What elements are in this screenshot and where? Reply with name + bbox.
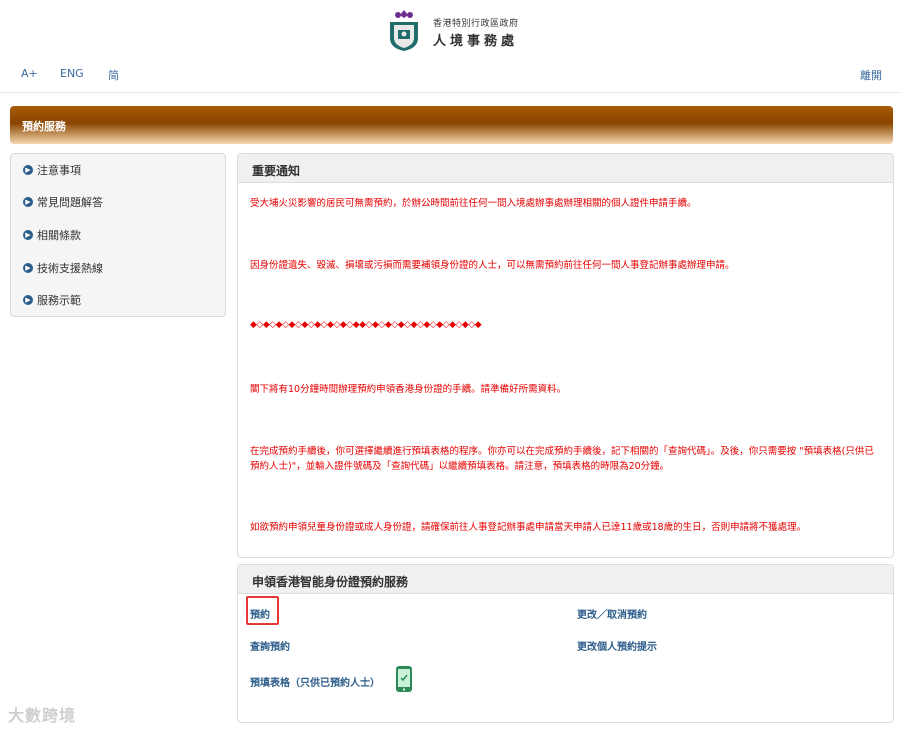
important-notice-panel: 重要通知 受大埔火災影響的居民可無需預約，於辦公時間前往任何一間入境處辦事處辦理…	[237, 153, 894, 558]
page-title: 預約服務	[22, 120, 66, 133]
sidebar-item-label: 注意事項	[37, 164, 81, 177]
enquire-appointment-link[interactable]: 查詢預約	[250, 638, 290, 653]
change-cancel-appointment-link[interactable]: 更改／取消預約	[577, 606, 647, 621]
english-language-link[interactable]: ENG	[60, 67, 84, 80]
sidebar-item-label: 常見問題解答	[37, 196, 103, 209]
diamond-divider: ◆◇◆◇◆◇◆◇◆◇◆◇◆◇◆◇◆◆◇◆◇◆◇◆◇◆◇◆◇◆◇◆◇◆◇◆	[250, 320, 482, 330]
notice-paragraph: 在完成預約手續後，你可選擇繼續進行預填表格的程序。你亦可以在完成預約手續後，記下…	[250, 446, 874, 472]
sidebar: ▶ 注意事項 ▶ 常見問題解答 ▶ 相關條款 ▶ 技術支援熱線 ▶ 服務示範	[10, 153, 226, 317]
font-size-button[interactable]: A+	[21, 67, 38, 80]
department-logo[interactable]: 香港特別行政區政府 人境事務處	[384, 8, 524, 56]
prefill-form-link[interactable]: 預填表格（只供已預約人士）	[250, 674, 380, 689]
panel-header: 申領香港智能身份證預約服務	[238, 565, 893, 594]
sidebar-item-label: 相關條款	[37, 229, 81, 242]
notice-paragraph: 因身份證遺失、毀滅、損壞或污損而需要補領身份證的人士，可以無需預約前往任何一間人…	[250, 260, 735, 271]
sidebar-item-notes[interactable]: ▶ 注意事項	[23, 162, 81, 178]
panel-header: 重要通知	[238, 154, 893, 183]
notice-paragraph: 閣下將有10分鐘時間辦理預約申領香港身份證的手續。請準備好所需資料。	[250, 384, 567, 395]
service-title: 申領香港智能身份證預約服務	[252, 575, 409, 589]
sidebar-item-hotline[interactable]: ▶ 技術支援熱線	[23, 260, 103, 276]
arrow-right-icon: ▶	[23, 165, 33, 175]
booking-service-panel: 申領香港智能身份證預約服務 預約 更改／取消預約 查詢預約 更改個人預約提示 預…	[237, 564, 894, 723]
notice-title: 重要通知	[252, 164, 301, 178]
exit-link[interactable]: 離開	[860, 67, 882, 83]
sidebar-item-label: 服務示範	[37, 294, 81, 307]
sidebar-item-faq[interactable]: ▶ 常見問題解答	[23, 194, 103, 210]
sidebar-item-demo[interactable]: ▶ 服務示範	[23, 292, 81, 308]
arrow-right-icon: ▶	[23, 295, 33, 305]
watermark-logo: 大數跨境	[8, 706, 77, 725]
make-appointment-link[interactable]: 預約	[250, 606, 270, 621]
page-banner: 預約服務	[10, 106, 893, 144]
arrow-right-icon: ▶	[23, 197, 33, 207]
sidebar-item-terms[interactable]: ▶ 相關條款	[23, 227, 81, 243]
change-reminder-link[interactable]: 更改個人預約提示	[577, 638, 657, 653]
notice-paragraph: 如欲預約申領兒童身份證或成人身份證，請確保前往人事登記辦事處申請當天申請人已達1…	[250, 522, 807, 533]
top-header: 香港特別行政區政府 人境事務處 A+ ENG 简 離開	[0, 0, 900, 93]
sidebar-item-label: 技術支援熱線	[37, 262, 103, 275]
mobile-phone-icon	[396, 666, 412, 692]
department-name: 人境事務處	[433, 34, 519, 49]
arrow-right-icon: ▶	[23, 263, 33, 273]
government-name: 香港特別行政區政府	[433, 19, 519, 29]
simplified-chinese-link[interactable]: 简	[108, 67, 119, 83]
arrow-right-icon: ▶	[23, 230, 33, 240]
immigration-emblem-icon	[390, 10, 418, 51]
notice-paragraph: 受大埔火災影響的居民可無需預約，於辦公時間前往任何一間入境處辦事處辦理相關的個人…	[250, 198, 697, 209]
